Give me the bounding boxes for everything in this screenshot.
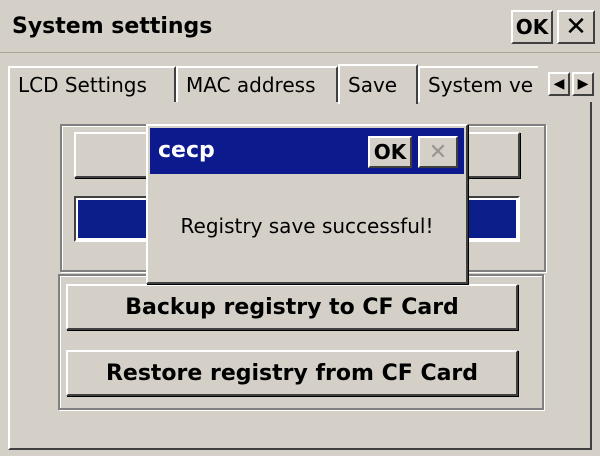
- dialog-title: cecp: [158, 138, 215, 163]
- tab-save[interactable]: Save: [338, 64, 418, 104]
- title-bar: System settings OK ✕: [0, 0, 600, 53]
- message-dialog: cecp OK ✕ Registry save successful!: [146, 124, 468, 284]
- window-title: System settings: [12, 14, 213, 39]
- tab-scroll-right-icon[interactable]: ▶: [572, 72, 594, 96]
- tab-system-version[interactable]: System ve: [418, 66, 538, 102]
- restore-registry-button[interactable]: Restore registry from CF Card: [66, 350, 518, 396]
- tab-strip: LCD Settings MAC address Save System ve …: [0, 64, 600, 104]
- dialog-message: Registry save successful!: [180, 214, 434, 238]
- tab-lcd-settings[interactable]: LCD Settings: [8, 66, 176, 102]
- close-icon[interactable]: ✕: [557, 10, 595, 44]
- dialog-close-icon: ✕: [418, 136, 458, 168]
- tab-scroll-left-icon[interactable]: ◀: [548, 72, 570, 96]
- dialog-title-bar: cecp OK ✕: [150, 128, 464, 174]
- dialog-ok-button[interactable]: OK: [368, 136, 412, 168]
- tab-mac-address[interactable]: MAC address: [176, 66, 338, 102]
- system-settings-window: System settings OK ✕ LCD Settings MAC ad…: [0, 0, 600, 456]
- backup-registry-button[interactable]: Backup registry to CF Card: [66, 284, 518, 330]
- title-ok-button[interactable]: OK: [511, 10, 553, 44]
